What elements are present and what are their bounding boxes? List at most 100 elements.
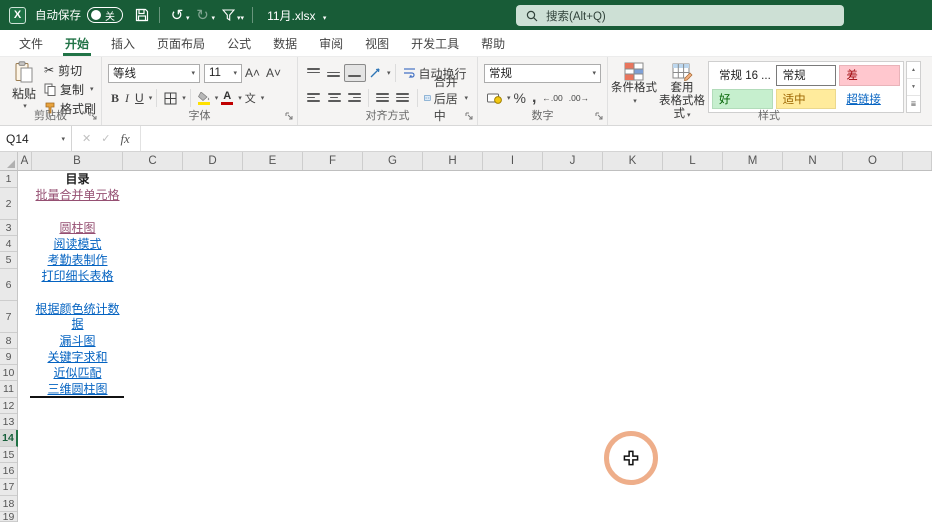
- cell-style-常规 16 ...[interactable]: 常规 16 ...: [712, 65, 773, 86]
- cell-style-差[interactable]: 差: [839, 65, 900, 86]
- redo-dropdown-icon[interactable]: ▾: [212, 14, 216, 22]
- cell-style-好[interactable]: 好: [712, 89, 773, 110]
- clipboard-dialog-launcher-icon[interactable]: [89, 112, 98, 121]
- row-header-4[interactable]: 4: [0, 236, 17, 252]
- borders-dropdown-icon[interactable]: ▾: [182, 94, 186, 102]
- increase-indent-button[interactable]: [393, 90, 413, 106]
- decrease-decimal-button[interactable]: .00→: [566, 91, 592, 105]
- row-header-19[interactable]: 19: [0, 512, 17, 522]
- row-header-9[interactable]: 9: [0, 349, 17, 365]
- column-header-H[interactable]: H: [423, 152, 483, 170]
- align-middle-button[interactable]: [324, 65, 344, 81]
- cell-style-超链接[interactable]: 超链接: [839, 89, 900, 110]
- increase-decimal-button[interactable]: ←.00: [539, 91, 565, 105]
- column-header-B[interactable]: B: [32, 152, 123, 170]
- toc-link-考勤表制作[interactable]: 考勤表制作: [32, 252, 123, 269]
- tab-数据[interactable]: 数据: [262, 30, 308, 56]
- comma-style-button[interactable]: ,: [529, 87, 539, 109]
- row-header-11[interactable]: 11: [0, 381, 17, 398]
- row-header-7[interactable]: 7: [0, 301, 17, 333]
- toc-link-近似匹配[interactable]: 近似匹配: [32, 365, 123, 381]
- formula-input[interactable]: [141, 126, 932, 151]
- column-header-I[interactable]: I: [483, 152, 543, 170]
- confirm-icon[interactable]: ✓: [101, 132, 110, 145]
- gallery-scroll-down-icon[interactable]: ▼: [907, 79, 920, 96]
- column-header-M[interactable]: M: [723, 152, 783, 170]
- row-header-6[interactable]: 6: [0, 269, 17, 301]
- alignment-dialog-launcher-icon[interactable]: [465, 112, 474, 121]
- orientation-dropdown-icon[interactable]: ▾: [387, 69, 391, 77]
- font-name-select[interactable]: 等线 ▾: [108, 64, 200, 83]
- select-all-corner[interactable]: [0, 152, 18, 171]
- percent-style-button[interactable]: %: [511, 88, 529, 108]
- align-bottom-button[interactable]: [344, 64, 366, 82]
- column-header-F[interactable]: F: [303, 152, 363, 170]
- italic-button[interactable]: I: [122, 89, 132, 108]
- row-header-3[interactable]: 3: [0, 220, 17, 236]
- cancel-icon[interactable]: ✕: [82, 132, 91, 145]
- autosave-toggle[interactable]: 关: [87, 7, 123, 23]
- row-header-12[interactable]: 12: [0, 398, 17, 414]
- row-header-5[interactable]: 5: [0, 252, 17, 269]
- accounting-format-button[interactable]: [484, 90, 505, 106]
- align-top-button[interactable]: [304, 65, 324, 81]
- row-header-15[interactable]: 15: [0, 447, 17, 463]
- toc-link-打印细长表格[interactable]: 打印细长表格: [32, 269, 123, 301]
- toc-link-批量合并单元格[interactable]: 批量合并单元格: [32, 188, 123, 220]
- column-header-O[interactable]: O: [843, 152, 903, 170]
- tab-视图[interactable]: 视图: [354, 30, 400, 56]
- column-header-L[interactable]: L: [663, 152, 723, 170]
- orientation-button[interactable]: [366, 65, 385, 81]
- underline-button[interactable]: U: [132, 89, 147, 107]
- toc-link-关键字求和[interactable]: 关键字求和: [32, 349, 123, 365]
- fill-color-button[interactable]: [195, 90, 213, 107]
- phonetic-guide-button[interactable]: 文: [242, 88, 259, 108]
- tab-开始[interactable]: 开始: [54, 30, 100, 56]
- column-header-C[interactable]: C: [123, 152, 183, 170]
- tab-页面布局[interactable]: 页面布局: [146, 30, 216, 56]
- font-size-select[interactable]: 11 ▾: [204, 64, 242, 83]
- name-box[interactable]: Q14 ▾: [0, 126, 72, 151]
- copy-button[interactable]: 复制 ▾: [44, 81, 96, 97]
- column-header-A[interactable]: A: [18, 152, 32, 170]
- number-dialog-launcher-icon[interactable]: [595, 112, 604, 121]
- font-dialog-launcher-icon[interactable]: [285, 112, 294, 121]
- undo-button[interactable]: ↺: [166, 4, 188, 26]
- tab-开发工具[interactable]: 开发工具: [400, 30, 470, 56]
- number-format-select[interactable]: 常规 ▾: [484, 64, 601, 83]
- undo-dropdown-icon[interactable]: ▾: [186, 14, 190, 22]
- row-header-14[interactable]: 14: [0, 430, 18, 447]
- font-color-button[interactable]: A: [218, 89, 236, 107]
- document-title[interactable]: 11月.xlsx ▾: [267, 7, 326, 24]
- search-input[interactable]: 搜索(Alt+Q): [516, 5, 844, 26]
- row-header-2[interactable]: 2: [0, 188, 17, 220]
- decrease-indent-button[interactable]: [373, 90, 393, 106]
- align-left-button[interactable]: [304, 90, 324, 106]
- excel-app-icon[interactable]: X: [9, 7, 26, 24]
- column-header-D[interactable]: D: [183, 152, 243, 170]
- column-header-E[interactable]: E: [243, 152, 303, 170]
- align-right-button[interactable]: [344, 90, 364, 106]
- column-header-J[interactable]: J: [543, 152, 603, 170]
- bold-button[interactable]: B: [108, 89, 122, 108]
- cut-button[interactable]: ✂ 剪切: [44, 62, 96, 78]
- filter-button[interactable]: [217, 4, 239, 26]
- column-header-partial[interactable]: [903, 152, 932, 170]
- column-header-N[interactable]: N: [783, 152, 843, 170]
- decrease-font-button[interactable]: A˅: [263, 64, 284, 82]
- row-header-17[interactable]: 17: [0, 479, 17, 496]
- row-header-8[interactable]: 8: [0, 333, 17, 349]
- tab-审阅[interactable]: 审阅: [308, 30, 354, 56]
- insert-function-icon[interactable]: fx: [120, 131, 129, 147]
- phonetic-dropdown-icon[interactable]: ▾: [261, 94, 265, 102]
- align-center-button[interactable]: [324, 90, 344, 106]
- toc-link-圆柱图[interactable]: 圆柱图: [32, 220, 123, 236]
- underline-dropdown-icon[interactable]: ▾: [149, 94, 153, 102]
- column-header-K[interactable]: K: [603, 152, 663, 170]
- customize-toolbar-icon[interactable]: ▾: [241, 14, 245, 22]
- tab-帮助[interactable]: 帮助: [470, 30, 516, 56]
- toc-link-根据颜色统计数据[interactable]: 根据颜色统计数据: [32, 301, 123, 333]
- row-header-13[interactable]: 13: [0, 414, 17, 430]
- row-header-10[interactable]: 10: [0, 365, 17, 381]
- toc-link-阅读模式[interactable]: 阅读模式: [32, 236, 123, 252]
